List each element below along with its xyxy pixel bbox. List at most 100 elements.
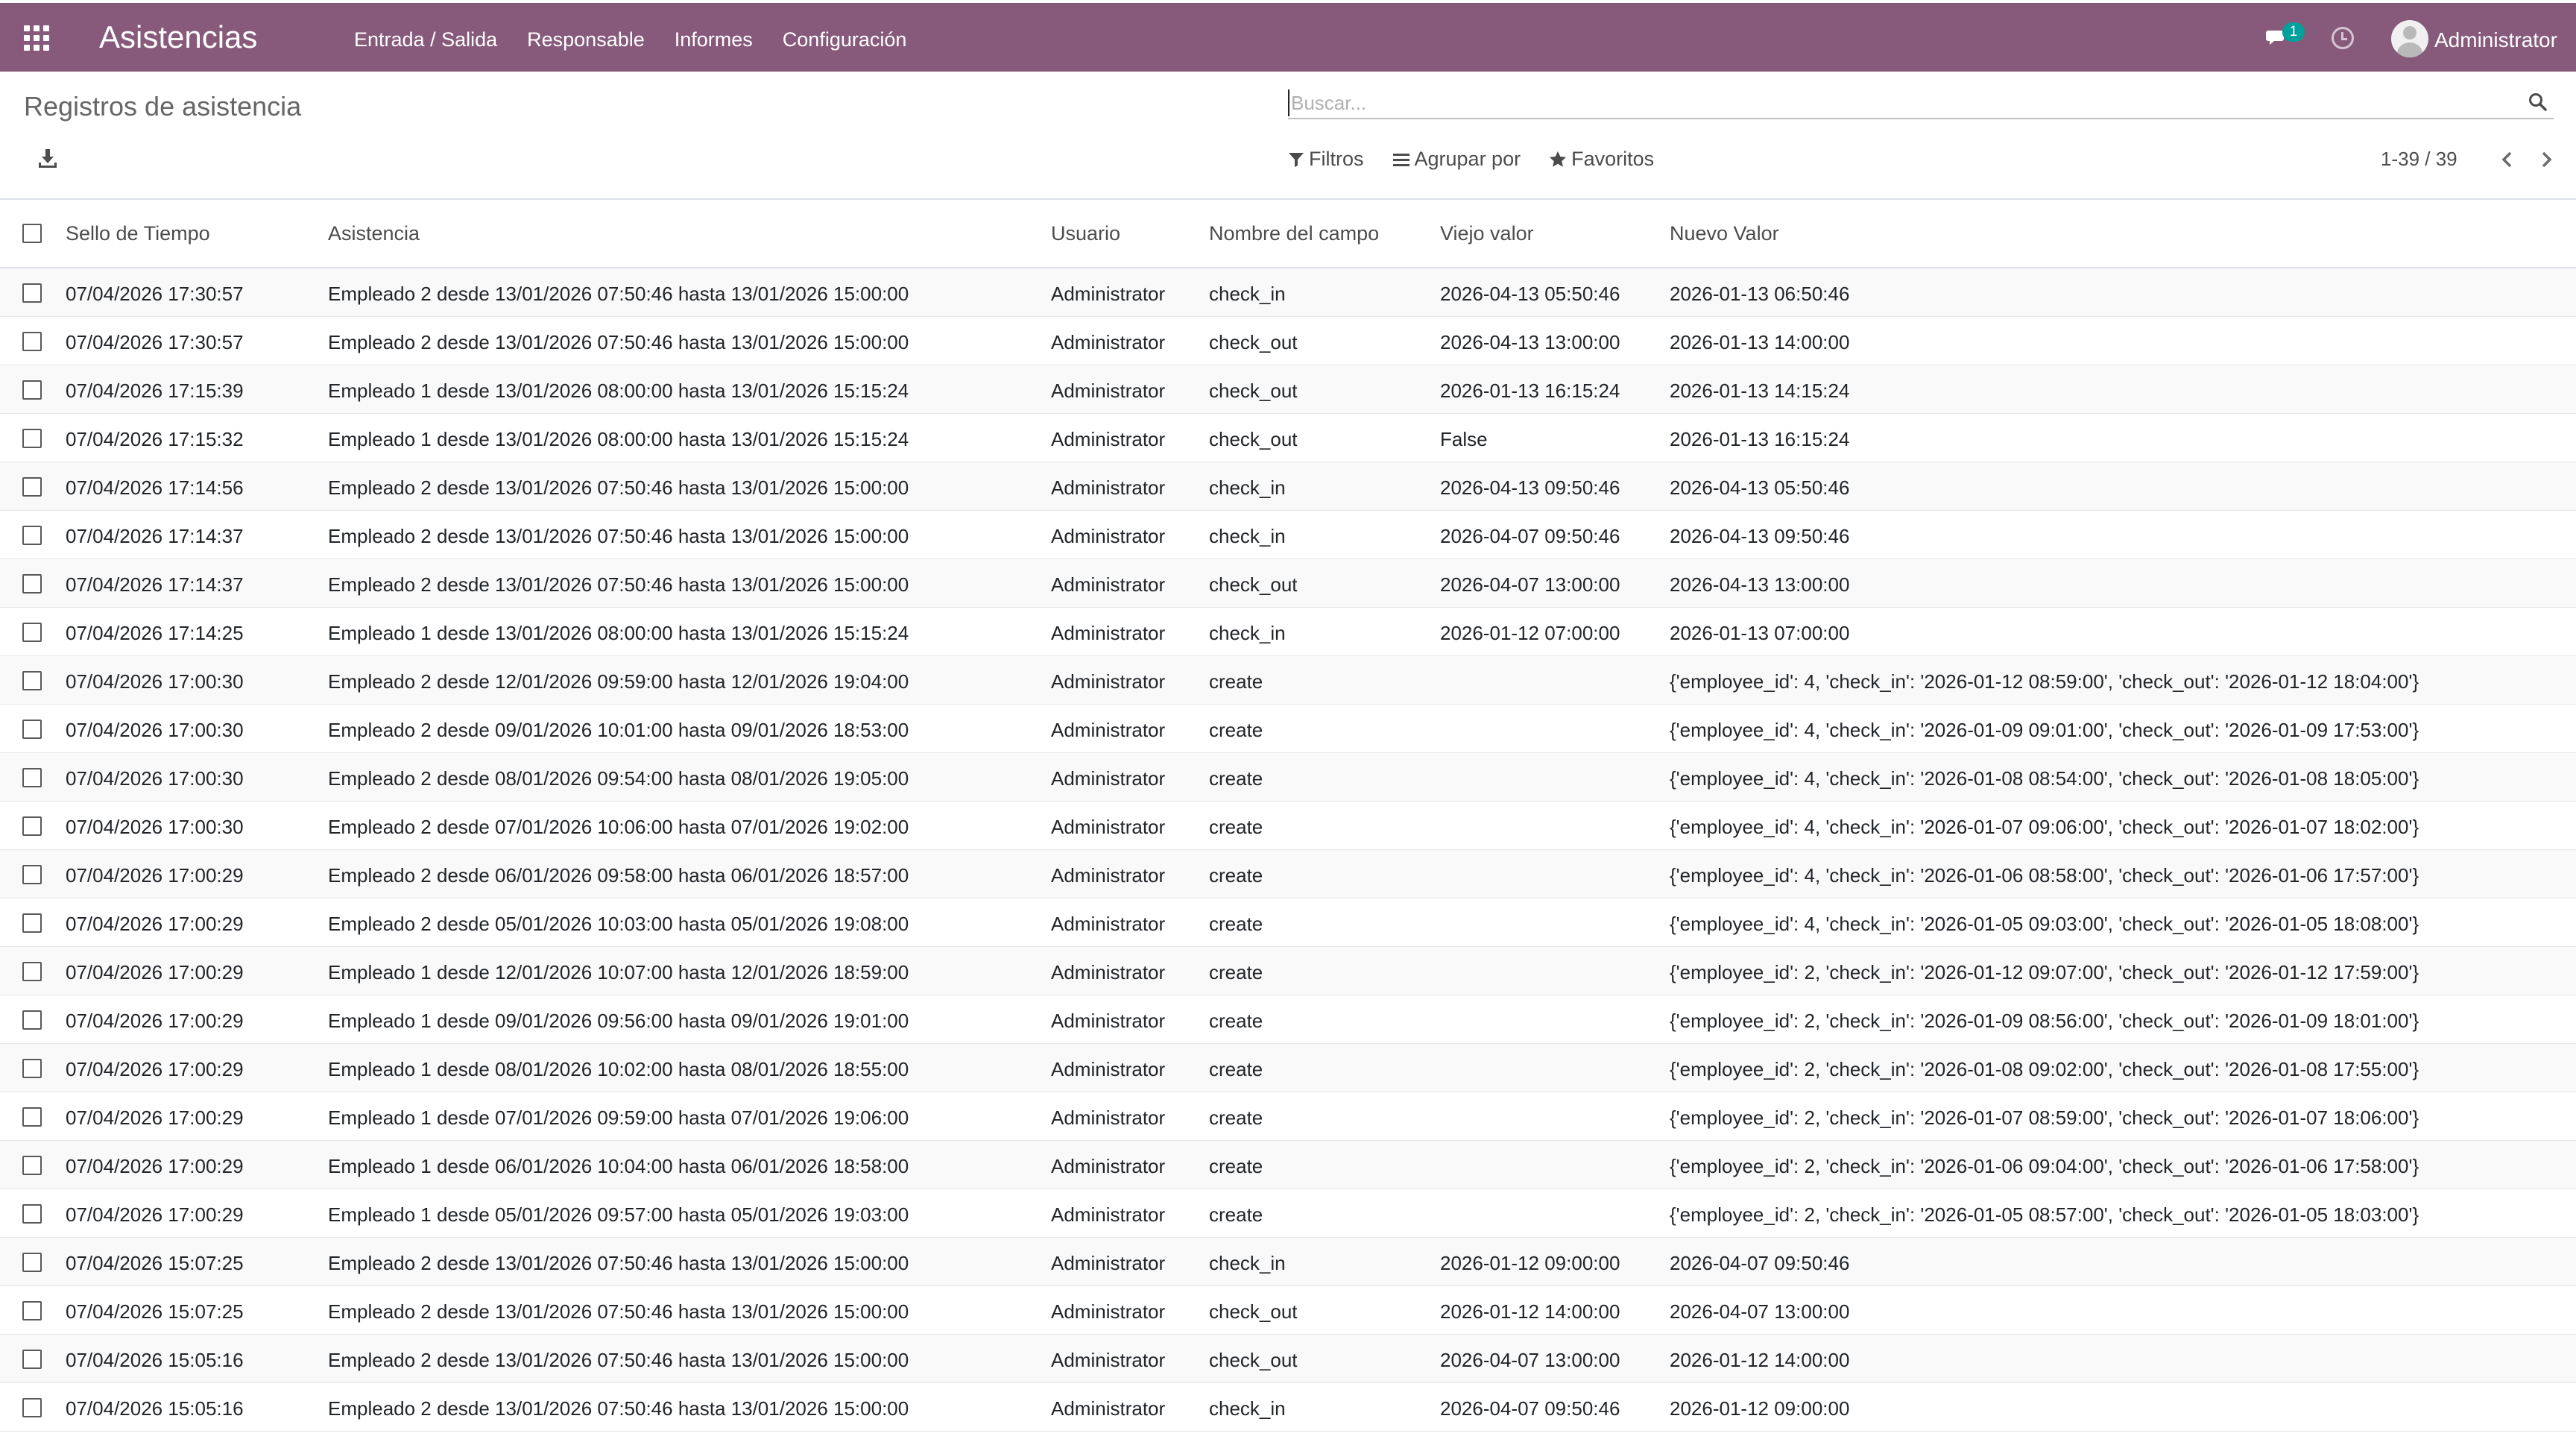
table-row[interactable]: 07/04/2026 17:30:57 Empleado 2 desde 13/0… (0, 268, 2576, 317)
cell-old-value: 2026-01-12 07:00:00 (1440, 622, 1620, 644)
cell-timestamp: 07/04/2026 17:00:30 (66, 767, 244, 790)
table-row[interactable]: 07/04/2026 15:05:16 Empleado 2 desde 13/0… (0, 1383, 2576, 1432)
row-checkbox[interactable] (22, 913, 42, 933)
row-checkbox[interactable] (22, 429, 42, 448)
cell-user: Administrator (1051, 331, 1166, 353)
pager-value[interactable]: 1-39 / 39 (2381, 148, 2457, 171)
table-row[interactable]: 07/04/2026 17:00:29 Empleado 1 desde 05/0… (0, 1189, 2576, 1238)
cell-field-name: check_out (1209, 573, 1298, 596)
table-row[interactable]: 07/04/2026 17:00:29 Empleado 1 desde 06/0… (0, 1141, 2576, 1189)
cell-new-value: 2026-04-13 13:00:00 (1670, 573, 1850, 596)
table-row[interactable]: 07/04/2026 17:00:30 Empleado 2 desde 09/0… (0, 705, 2576, 753)
row-checkbox[interactable] (22, 816, 42, 836)
table-row[interactable]: 07/04/2026 15:07:25 Empleado 2 desde 13/0… (0, 1286, 2576, 1335)
row-checkbox[interactable] (22, 574, 42, 594)
cell-attendance: Empleado 2 desde 13/01/2026 07:50:46 has… (328, 1300, 909, 1323)
menu-item-configuration[interactable]: Configuración (783, 28, 907, 51)
cell-timestamp: 07/04/2026 17:00:29 (66, 864, 244, 887)
table-row[interactable]: 07/04/2026 17:15:32 Empleado 1 desde 13/0… (0, 414, 2576, 462)
row-checkbox[interactable] (22, 283, 42, 303)
table-row[interactable]: 07/04/2026 17:00:29 Empleado 2 desde 06/0… (0, 850, 2576, 898)
user-avatar[interactable] (2391, 20, 2428, 57)
menu-item-manager[interactable]: Responsable (527, 28, 645, 51)
row-checkbox[interactable] (22, 477, 42, 497)
user-menu[interactable]: Administrator (2434, 28, 2557, 52)
menu-item-check-in-out[interactable]: Entrada / Salida (354, 28, 497, 51)
search-box (1288, 86, 2554, 119)
row-checkbox[interactable] (22, 1398, 42, 1417)
search-icon[interactable] (2528, 92, 2548, 112)
table-row[interactable]: 07/04/2026 17:00:29 Empleado 1 desde 08/0… (0, 1044, 2576, 1092)
row-checkbox[interactable] (22, 962, 42, 981)
table-row[interactable]: 07/04/2026 17:00:30 Empleado 2 desde 08/0… (0, 753, 2576, 802)
cell-new-value: 2026-01-13 07:00:00 (1670, 622, 1850, 644)
table-row[interactable]: 07/04/2026 17:00:29 Empleado 1 desde 09/0… (0, 995, 2576, 1044)
column-header-new-value[interactable]: Nuevo Valor (1670, 222, 1779, 245)
download-icon[interactable] (37, 148, 58, 170)
menu-item-reports[interactable]: Informes (675, 28, 753, 51)
filter-icon (1289, 152, 1304, 167)
row-checkbox[interactable] (22, 1301, 42, 1320)
cell-new-value: {'employee_id': 2, 'check_in': '2026-01-… (1670, 1058, 2419, 1080)
table-row[interactable]: 07/04/2026 15:07:25 Empleado 2 desde 13/0… (0, 1238, 2576, 1286)
select-all-checkbox[interactable] (22, 224, 42, 243)
row-checkbox[interactable] (22, 865, 42, 884)
row-checkbox[interactable] (22, 623, 42, 642)
row-checkbox[interactable] (22, 1156, 42, 1175)
cell-attendance: Empleado 1 desde 07/01/2026 09:59:00 has… (328, 1107, 909, 1129)
cell-timestamp: 07/04/2026 17:00:30 (66, 719, 244, 741)
row-checkbox[interactable] (22, 1204, 42, 1224)
table-row[interactable]: 07/04/2026 17:00:29 Empleado 2 desde 05/0… (0, 898, 2576, 947)
table-row[interactable]: 07/04/2026 15:05:16 Empleado 2 desde 13/0… (0, 1335, 2576, 1383)
cell-attendance: Empleado 1 desde 09/01/2026 09:56:00 has… (328, 1010, 909, 1032)
cell-timestamp: 07/04/2026 17:14:37 (66, 525, 244, 547)
chevron-left-icon[interactable] (2496, 148, 2519, 171)
filters-button[interactable]: Filtros (1288, 148, 1364, 171)
cell-field-name: check_in (1209, 476, 1286, 499)
column-header-field-name[interactable]: Nombre del campo (1209, 222, 1379, 245)
row-checkbox[interactable] (22, 720, 42, 739)
row-checkbox[interactable] (22, 768, 42, 787)
column-header-timestamp[interactable]: Sello de Tiempo (66, 222, 210, 245)
table-row[interactable]: 07/04/2026 17:14:25 Empleado 1 desde 13/0… (0, 608, 2576, 656)
bars-icon (1392, 153, 1409, 166)
table-row[interactable]: 07/04/2026 17:14:37 Empleado 2 desde 13/0… (0, 559, 2576, 608)
table-row[interactable]: 07/04/2026 17:00:29 Empleado 1 desde 07/0… (0, 1092, 2576, 1141)
app-title[interactable]: Asistencias (99, 19, 257, 55)
activity-clock-icon[interactable] (2332, 27, 2354, 49)
cell-new-value: 2026-01-12 14:00:00 (1670, 1349, 1850, 1371)
cell-timestamp: 07/04/2026 17:00:29 (66, 1058, 244, 1080)
table-row[interactable]: 07/04/2026 17:15:39 Empleado 1 desde 13/0… (0, 365, 2576, 414)
cell-field-name: check_out (1209, 1300, 1298, 1323)
cell-field-name: check_in (1209, 1252, 1286, 1274)
row-checkbox[interactable] (22, 380, 42, 400)
table-header: Sello de Tiempo Asistencia Usuario Nombr… (0, 200, 2576, 268)
apps-menu-icon[interactable] (24, 25, 49, 51)
chevron-right-icon[interactable] (2535, 148, 2557, 171)
cell-user: Administrator (1051, 283, 1166, 305)
row-checkbox[interactable] (22, 526, 42, 545)
row-checkbox[interactable] (22, 1350, 42, 1369)
row-checkbox[interactable] (22, 1253, 42, 1272)
table-row[interactable]: 07/04/2026 17:30:57 Empleado 2 desde 13/0… (0, 317, 2576, 365)
cell-user: Administrator (1051, 1349, 1166, 1371)
group-by-button[interactable]: Agrupar por (1392, 148, 1521, 171)
table-row[interactable]: 07/04/2026 17:00:30 Empleado 2 desde 07/0… (0, 802, 2576, 850)
table-row[interactable]: 07/04/2026 17:00:29 Empleado 1 desde 12/0… (0, 947, 2576, 995)
column-header-old-value[interactable]: Viejo valor (1440, 222, 1534, 245)
row-checkbox[interactable] (22, 1059, 42, 1078)
table-row[interactable]: 07/04/2026 17:14:56 Empleado 2 desde 13/0… (0, 462, 2576, 511)
table-row[interactable]: 07/04/2026 17:00:30 Empleado 2 desde 12/0… (0, 656, 2576, 705)
column-header-user[interactable]: Usuario (1051, 222, 1120, 245)
cell-new-value: {'employee_id': 4, 'check_in': '2026-01-… (1670, 864, 2419, 887)
row-checkbox[interactable] (22, 1010, 42, 1030)
favorites-button[interactable]: Favoritos (1549, 148, 1654, 171)
table-row[interactable]: 07/04/2026 17:14:37 Empleado 2 desde 13/0… (0, 511, 2576, 559)
row-checkbox[interactable] (22, 332, 42, 351)
row-checkbox[interactable] (22, 671, 42, 690)
pager: 1-39 / 39 (2381, 148, 2557, 171)
column-header-attendance[interactable]: Asistencia (328, 222, 420, 245)
cell-new-value: 2026-04-07 13:00:00 (1670, 1300, 1850, 1323)
search-input[interactable] (1288, 89, 2510, 116)
row-checkbox[interactable] (22, 1107, 42, 1127)
